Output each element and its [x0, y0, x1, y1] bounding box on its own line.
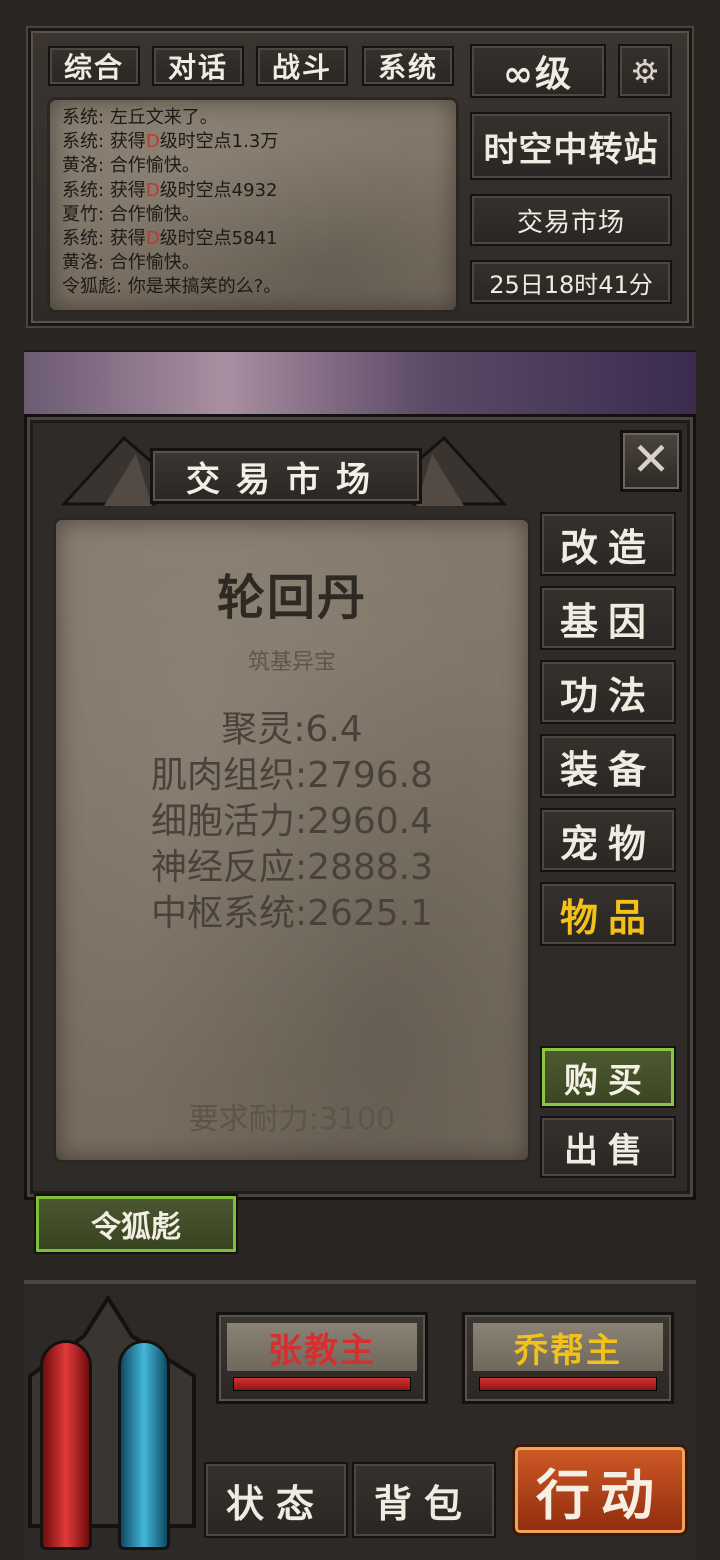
chat-line: 系统: 获得D级时空点4932 [62, 179, 278, 201]
item-stat: 细胞活力:2960.4 [150, 801, 434, 842]
category-equipment[interactable]: 装备 [540, 734, 676, 798]
chat-tab-all[interactable]: 综合 [48, 46, 140, 86]
item-stat: 中枢系统:2625.1 [150, 893, 434, 934]
item-stat: 肌肉组织:2796.8 [150, 755, 434, 796]
health-vial [40, 1340, 92, 1550]
location-button[interactable]: 时空中转站 [470, 112, 672, 180]
item-type: 筑基异宝 [247, 650, 336, 675]
category-modify[interactable]: 改造 [540, 512, 676, 576]
category-skill[interactable]: 功法 [540, 660, 676, 724]
level-display: ∞级 [470, 44, 606, 98]
game-time: 25日18时41分 [470, 260, 672, 304]
chat-line: 黄洛: 合作愉快。 [62, 252, 200, 274]
item-requirement: 要求耐力:3100 [188, 1102, 396, 1137]
boss-name: 乔帮主 [473, 1323, 663, 1371]
chat-line: 黄洛: 合作愉快。 [62, 155, 200, 177]
buy-button[interactable]: 购买 [540, 1046, 676, 1108]
boss-hp-fill [480, 1378, 656, 1390]
category-pet[interactable]: 宠物 [540, 808, 676, 872]
boss-hp-fill [234, 1378, 410, 1390]
item-detail-card: 轮回丹 筑基异宝 聚灵:6.4 肌肉组织:2796.8 细胞活力:2960.4 … [56, 520, 528, 1160]
category-items[interactable]: 物品 [540, 882, 676, 946]
market-title: 交易市场 [150, 448, 422, 504]
market-link-button[interactable]: 交易市场 [470, 194, 672, 246]
category-gene[interactable]: 基因 [540, 586, 676, 650]
chat-tab-battle[interactable]: 战斗 [256, 46, 348, 86]
item-name: 轮回丹 [216, 570, 367, 626]
boss-card-zhang[interactable]: 张教主 [216, 1312, 428, 1404]
status-tab[interactable]: 状态 [204, 1462, 348, 1538]
gear-icon [633, 59, 657, 83]
item-stat: 聚灵:6.4 [221, 709, 363, 750]
settings-button[interactable] [618, 44, 672, 98]
chat-tab-system[interactable]: 系统 [362, 46, 454, 86]
sell-button[interactable]: 出售 [540, 1116, 676, 1178]
chat-line: 系统: 左丘文来了。 [62, 107, 218, 128]
chat-tab-dialog[interactable]: 对话 [152, 46, 244, 86]
chat-log[interactable]: 系统: 左丘文来了。 系统: 获得D级时空点1.3万 黄洛: 合作愉快。 系统:… [50, 100, 456, 310]
chat-line: 系统: 获得D级时空点5841 [62, 228, 278, 250]
bag-tab[interactable]: 背包 [352, 1462, 496, 1538]
boss-hp-bar [233, 1377, 411, 1391]
target-npc-button[interactable]: 令狐彪 [34, 1194, 238, 1254]
chat-line: 令狐彪: 你是来搞笑的么?。 [62, 276, 282, 298]
item-stat: 神经反应:2888.3 [150, 847, 434, 888]
action-button[interactable]: 行动 [512, 1444, 688, 1536]
boss-name: 张教主 [227, 1323, 417, 1371]
close-icon: ✕ [631, 432, 671, 486]
chat-line: 系统: 获得D级时空点1.3万 [62, 131, 279, 153]
mana-vial [118, 1340, 170, 1550]
boss-hp-bar [479, 1377, 657, 1391]
chat-line: 夏竹: 合作愉快。 [62, 203, 200, 225]
boss-card-qiao[interactable]: 乔帮主 [462, 1312, 674, 1404]
scene-background [24, 350, 696, 422]
close-button[interactable]: ✕ [620, 430, 682, 492]
